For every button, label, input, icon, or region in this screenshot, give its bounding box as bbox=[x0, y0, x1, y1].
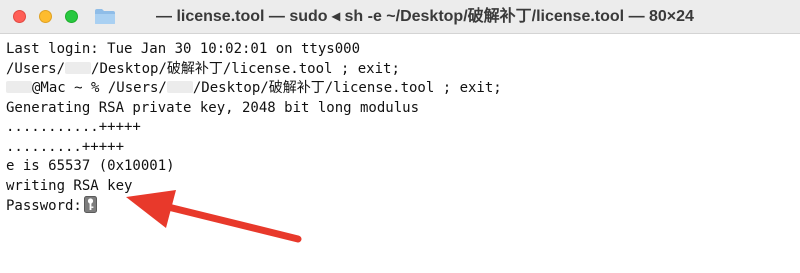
command-echo-line: /Users/ /Desktop/破解补丁/license.tool ; exit… bbox=[6, 60, 796, 80]
command-path-suffix: /Desktop/破解补丁/license.tool ; exit; bbox=[91, 60, 400, 77]
password-prompt: Password: bbox=[6, 198, 82, 214]
last-login-line: Last login: Tue Jan 30 10:02:01 on ttys0… bbox=[6, 41, 361, 57]
output-line: writing RSA key bbox=[6, 177, 133, 194]
key-cursor-icon bbox=[83, 196, 97, 213]
password-prompt-line[interactable]: Password: bbox=[6, 196, 796, 216]
output-line: .........+++++ bbox=[6, 138, 125, 155]
minimize-button[interactable] bbox=[39, 10, 52, 23]
shell-prompt-line: @Mac ~ % /Users/ /Desktop/破解补丁/license.to… bbox=[6, 79, 796, 99]
window-title: — license.tool — sudo ◂ sh -e ~/Desktop/… bbox=[156, 8, 694, 25]
redacted-username bbox=[166, 81, 193, 93]
folder-icon bbox=[95, 9, 115, 24]
output-line: e is 65537 (0x10001) bbox=[6, 158, 175, 174]
redacted-username bbox=[65, 61, 92, 74]
redacted-title-fragment bbox=[117, 9, 153, 25]
terminal-output[interactable]: Last login: Tue Jan 30 10:02:01 on ttys0… bbox=[6, 40, 796, 273]
command-path-prefix: /Users/ bbox=[6, 60, 66, 77]
prompt-text: @Mac ~ % /Users/ bbox=[32, 80, 167, 96]
title-bar[interactable]: — license.tool — sudo ◂ sh -e ~/Desktop/… bbox=[0, 0, 800, 34]
output-line: Generating RSA private key, 2048 bit lon… bbox=[6, 99, 420, 116]
terminal-window: — license.tool — sudo ◂ sh -e ~/Desktop/… bbox=[0, 0, 800, 273]
zoom-button[interactable] bbox=[65, 10, 78, 23]
prompt-path-suffix: /Desktop/破解补丁/license.tool ; exit; bbox=[192, 80, 502, 96]
output-line: ...........+++++ bbox=[6, 119, 141, 135]
redacted-username bbox=[6, 81, 32, 93]
close-button[interactable] bbox=[13, 10, 26, 23]
